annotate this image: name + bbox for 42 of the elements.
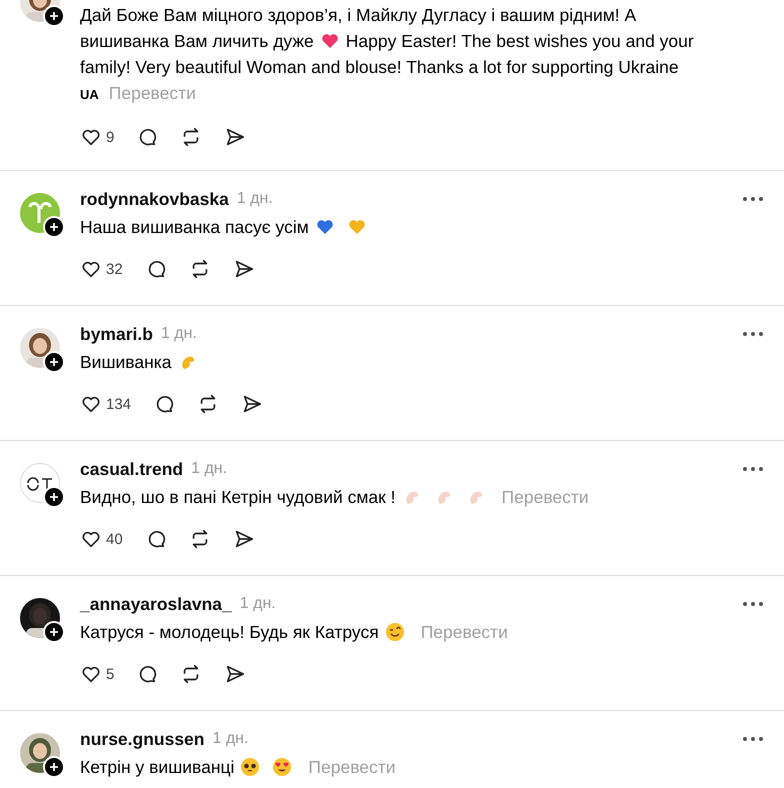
plus-icon (49, 762, 59, 772)
post-time: 1 дн. (240, 595, 276, 613)
comment-text: Кетрін у вишиванці (80, 757, 234, 777)
like-button[interactable]: 5 (76, 659, 118, 689)
comment-text: family! Very beautiful Woman and blouse! Thanks a lot for supporting Ukraine (80, 57, 679, 77)
more-icon[interactable] (742, 601, 764, 607)
username[interactable]: _annayaroslavna_ (80, 594, 232, 614)
like-button[interactable]: 9 (76, 122, 118, 152)
more-icon[interactable] (742, 736, 764, 742)
plus-icon (49, 627, 59, 637)
username[interactable]: rodynnakovbaska (80, 188, 229, 210)
send-icon (224, 663, 246, 685)
username[interactable]: casual.trend (80, 458, 184, 480)
plus-icon (49, 222, 59, 232)
plus-icon (49, 492, 59, 502)
plus-icon (49, 11, 59, 21)
comment-text: Дай Боже Вам міцного здоров’я, і Майклу Дугласу і вашим рідним! А (80, 5, 636, 25)
post-time: 1 дн. (160, 325, 197, 343)
comment-text: Наша вишиванка пасує усім (80, 217, 309, 237)
more-icon[interactable] (742, 466, 764, 472)
more-icon[interactable] (742, 196, 764, 202)
more-icon[interactable] (742, 331, 764, 337)
like-button[interactable]: 32 (76, 254, 127, 284)
username[interactable]: nurse.gnussen (80, 728, 204, 750)
like-button[interactable]: 40 (76, 524, 127, 554)
post-time: 1 дн. (236, 190, 273, 208)
send-icon (224, 126, 246, 148)
comment-text: вишиванка Вам личить дуже (80, 31, 314, 51)
comment-text: Катруся - молодець! Будь як Катруся (80, 622, 379, 642)
username[interactable]: bymari.b (80, 324, 153, 344)
comment-text: Видно, шо в пані Кетрін чудовий смак ! (80, 487, 396, 507)
comment-text: Вишиванка (80, 352, 172, 372)
heart-eyes-face-icon (272, 757, 292, 777)
send-icon (241, 393, 264, 415)
post-time: 1 дн. (191, 460, 228, 478)
like-button[interactable]: 134 (76, 389, 136, 419)
flag-text: UA (80, 87, 99, 102)
comment-text: Happy Easter! The best wishes you and your (346, 31, 694, 51)
post-time: 1 дн. (212, 730, 248, 748)
plus-icon (49, 357, 59, 367)
winking-face-icon (384, 622, 405, 642)
pleading-face-icon (240, 757, 260, 777)
